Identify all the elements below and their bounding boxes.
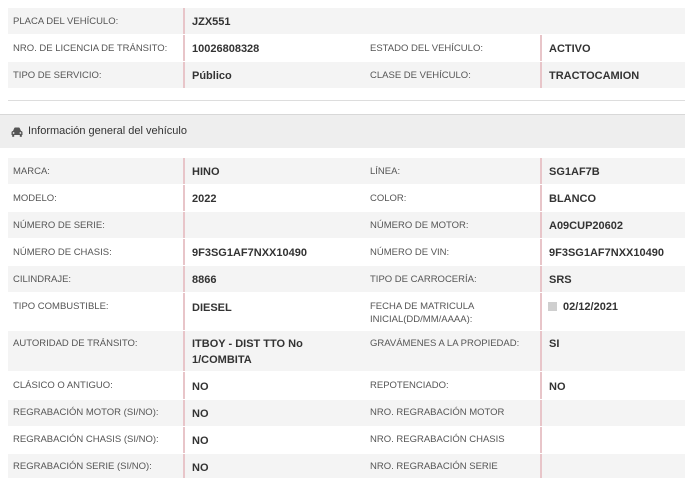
divider-bar: [183, 331, 185, 371]
carroceria-label: TIPO DE CARROCERÍA:: [370, 274, 477, 285]
divider-bar: [183, 266, 185, 292]
matricula-label-line1: FECHA DE MATRICULA: [370, 301, 475, 312]
nro-reg-chasis-label: NRO. REGRABACIÓN CHASIS: [370, 434, 505, 445]
divider-bar: [540, 185, 542, 211]
divider-bar: [183, 427, 185, 453]
row-clasico: CLÁSICO O ANTIGUO: NO REPOTENCIADO: NO: [8, 372, 685, 399]
divider-bar: [183, 212, 185, 238]
divider-bar: [540, 212, 542, 238]
clasico-value: NO: [192, 381, 209, 393]
row-combustible: TIPO COMBUSTIBLE: DIESEL FECHA DE MATRIC…: [8, 293, 685, 330]
licencia-label: NRO. DE LICENCIA DE TRÁNSITO:: [13, 43, 168, 54]
row-regrabacion-serie: REGRABACIÓN SERIE (SI/NO): NO NRO. REGRA…: [8, 454, 685, 478]
row-chasis: NÚMERO DE CHASIS: 9F3SG1AF7NXX10490 NÚME…: [8, 239, 685, 265]
row-marca: MARCA: HINO LÍNEA: SG1AF7B: [8, 158, 685, 184]
cilindraje-label: CILINDRAJE:: [13, 274, 72, 285]
section-title: Información general del vehículo: [28, 125, 187, 137]
divider-bar: [183, 239, 185, 265]
divider-bar: [540, 266, 542, 292]
repotenciado-value: NO: [549, 381, 566, 393]
matricula-label-line2: INICIAL(DD/MM/AAAA):: [370, 314, 473, 325]
reg-motor-label: REGRABACIÓN MOTOR (SI/NO):: [13, 407, 159, 418]
row-servicio: TIPO DE SERVICIO: Público CLASE DE VEHÍC…: [8, 62, 685, 88]
modelo-value: 2022: [192, 193, 217, 205]
vin-value: 9F3SG1AF7NXX10490: [549, 247, 664, 259]
cilindraje-value: 8866: [192, 274, 217, 286]
marca-label: MARCA:: [13, 166, 50, 177]
chasis-value: 9F3SG1AF7NXX10490: [192, 247, 307, 259]
divider-bar: [540, 158, 542, 184]
divider-bar: [183, 35, 185, 61]
row-licencia: NRO. DE LICENCIA DE TRÁNSITO: 1002680832…: [8, 35, 685, 61]
section-divider: [8, 100, 685, 101]
row-regrabacion-chasis: REGRABACIÓN CHASIS (SI/NO): NO NRO. REGR…: [8, 427, 685, 453]
row-cilindraje: CILINDRAJE: 8866 TIPO DE CARROCERÍA: SRS: [8, 266, 685, 292]
section-header: Información general del vehículo: [0, 114, 685, 148]
clase-label: CLASE DE VEHÍCULO:: [370, 70, 471, 81]
color-value: BLANCO: [549, 193, 597, 205]
estado-label: ESTADO DEL VEHÍCULO:: [370, 43, 483, 54]
servicio-label: TIPO DE SERVICIO:: [13, 70, 102, 81]
nro-reg-motor-label: NRO. REGRABACIÓN MOTOR: [370, 407, 505, 418]
divider-bar: [540, 293, 542, 330]
divider-bar: [540, 400, 542, 426]
chasis-label: NÚMERO DE CHASIS:: [13, 247, 112, 258]
row-placa: PLACA DEL VEHÍCULO: JZX551: [8, 8, 685, 34]
car-icon: [11, 127, 23, 137]
divider-bar: [183, 158, 185, 184]
divider-bar: [183, 372, 185, 399]
divider-bar: [183, 8, 185, 34]
reg-serie-value: NO: [192, 462, 209, 474]
autoridad-value-line1: ITBOY - DIST TTO No: [192, 338, 303, 350]
divider-bar: [183, 62, 185, 88]
divider-bar: [540, 239, 542, 265]
row-regrabacion-motor: REGRABACIÓN MOTOR (SI/NO): NO NRO. REGRA…: [8, 400, 685, 426]
clasico-label: CLÁSICO O ANTIGUO:: [13, 380, 113, 391]
nro-reg-serie-label: NRO. REGRABACIÓN SERIE: [370, 461, 498, 472]
reg-chasis-value: NO: [192, 435, 209, 447]
divider-bar: [183, 400, 185, 426]
divider-bar: [183, 293, 185, 330]
gravamenes-value: SI: [549, 338, 560, 350]
placa-label: PLACA DEL VEHÍCULO:: [13, 16, 119, 27]
row-autoridad: AUTORIDAD DE TRÁNSITO: ITBOY - DIST TTO …: [8, 331, 685, 371]
serie-label: NÚMERO DE SERIE:: [13, 220, 105, 231]
divider-bar: [540, 372, 542, 399]
matricula-value: 02/12/2021: [563, 301, 619, 313]
linea-label: LÍNEA:: [370, 166, 401, 177]
servicio-value: Público: [192, 70, 232, 82]
vin-label: NÚMERO DE VIN:: [370, 247, 450, 258]
color-label: COLOR:: [370, 193, 407, 204]
motor-value: A09CUP20602: [549, 220, 623, 232]
placa-value: JZX551: [192, 16, 231, 28]
divider-bar: [540, 427, 542, 453]
divider-bar: [183, 454, 185, 478]
divider-bar: [540, 62, 542, 88]
reg-motor-value: NO: [192, 408, 209, 420]
clase-value: TRACTOCAMION: [549, 70, 640, 82]
gravamenes-label: GRAVÁMENES A LA PROPIEDAD:: [370, 338, 520, 349]
linea-value: SG1AF7B: [549, 166, 600, 178]
row-modelo: MODELO: 2022 COLOR: BLANCO: [8, 185, 685, 211]
divider-bar: [540, 454, 542, 478]
reg-chasis-label: REGRABACIÓN CHASIS (SI/NO):: [13, 434, 159, 445]
modelo-label: MODELO:: [13, 193, 57, 204]
autoridad-label: AUTORIDAD DE TRÁNSITO:: [13, 338, 138, 349]
marca-value: HINO: [192, 166, 220, 178]
licencia-value: 10026808328: [192, 43, 260, 55]
carroceria-value: SRS: [549, 274, 572, 286]
calendar-icon: [548, 302, 557, 311]
repotenciado-label: REPOTENCIADO:: [370, 380, 449, 391]
combustible-label: TIPO COMBUSTIBLE:: [13, 301, 109, 312]
divider-bar: [183, 185, 185, 211]
motor-label: NÚMERO DE MOTOR:: [370, 220, 469, 231]
estado-value: ACTIVO: [549, 43, 591, 55]
divider-bar: [540, 35, 542, 61]
divider-bar: [540, 331, 542, 371]
row-serie: NÚMERO DE SERIE: NÚMERO DE MOTOR: A09CUP…: [8, 212, 685, 238]
autoridad-value-line2: 1/COMBITA: [192, 354, 252, 366]
reg-serie-label: REGRABACIÓN SERIE (SI/NO):: [13, 461, 152, 472]
combustible-value: DIESEL: [192, 302, 232, 314]
